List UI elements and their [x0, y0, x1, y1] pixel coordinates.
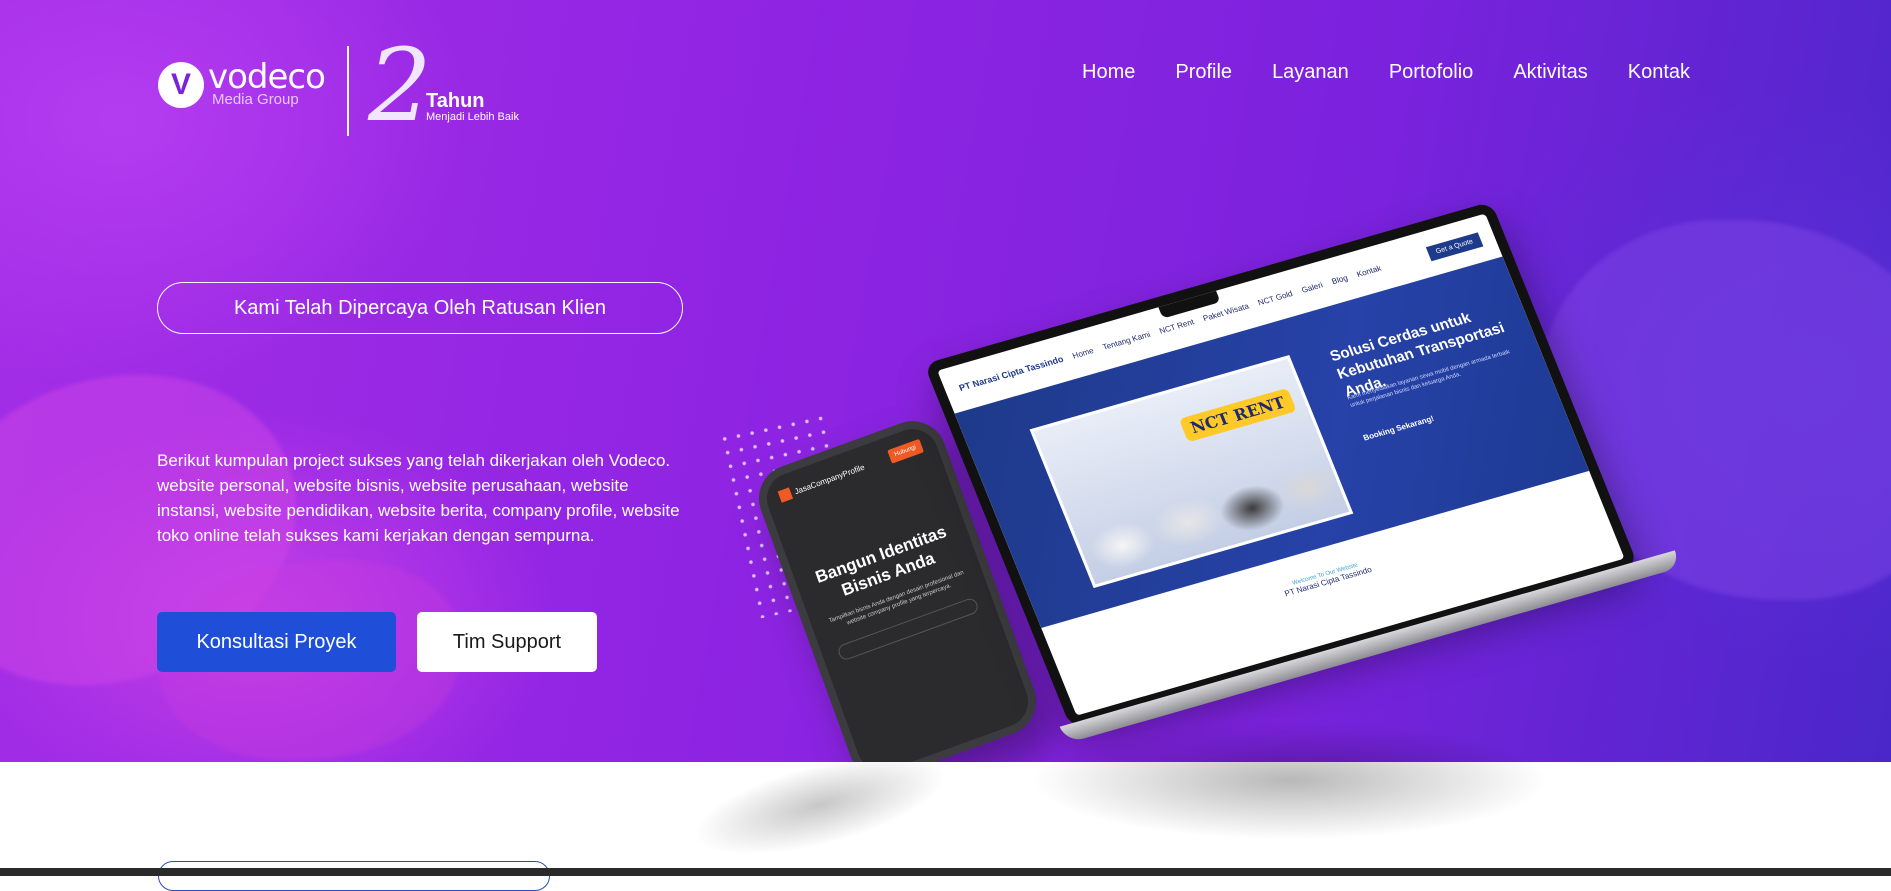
anniversary-title: Tahun: [426, 90, 485, 112]
anniversary-subtitle: Menjadi Lebih Baik: [426, 111, 519, 123]
nav-profile[interactable]: Profile: [1175, 61, 1232, 84]
laptop-shadow: [1030, 720, 1550, 840]
nav-kontak[interactable]: Kontak: [1628, 61, 1690, 84]
site-nav-link: Kontak: [1355, 263, 1383, 279]
site-nav-link: Tentang Kami: [1101, 329, 1152, 352]
site-photo: NCT RENT: [1029, 355, 1354, 588]
main-nav: Home Profile Layanan Portofolio Aktivita…: [1082, 61, 1690, 84]
nav-portofolio[interactable]: Portofolio: [1389, 61, 1474, 84]
nav-home[interactable]: Home: [1082, 61, 1135, 84]
logo-divider: [347, 46, 349, 136]
site-cta: Booking Sekarang!: [1361, 413, 1436, 443]
brand-name: vodeco: [208, 57, 326, 97]
trust-badge: Kami Telah Dipercaya Oleh Ratusan Klien: [157, 282, 683, 334]
site-nav-link: Home: [1070, 345, 1095, 360]
site-quote-button: Get a Quote: [1425, 231, 1484, 261]
phone-cta: Hubungi: [886, 438, 924, 464]
consultation-button[interactable]: Konsultasi Proyek: [157, 612, 396, 672]
next-section-pill: [158, 861, 550, 891]
site-nav-link: Galeri: [1299, 280, 1324, 295]
brand-logo[interactable]: V vodeco Media Group: [158, 57, 326, 108]
cars-image: [1065, 437, 1350, 585]
anniversary-number: 2: [368, 27, 432, 144]
phone-logo-text: JasaCompanyProfile: [793, 462, 866, 496]
logo-icon: V: [158, 62, 204, 108]
hero-section: V vodeco Media Group 2 Tahun Menjadi Leb…: [0, 0, 1891, 762]
bottom-bar: [0, 868, 1891, 876]
site-nav-link: Blog: [1330, 272, 1349, 286]
phone-logo-icon: [777, 487, 794, 503]
site-nav-link: NCT Gold: [1256, 288, 1294, 307]
support-button[interactable]: Tim Support: [417, 612, 597, 672]
nav-aktivitas[interactable]: Aktivitas: [1513, 61, 1587, 84]
site-nav-link: NCT Rent: [1157, 316, 1196, 336]
hero-description: Berikut kumpulan project sukses yang tel…: [157, 451, 680, 545]
nav-layanan[interactable]: Layanan: [1272, 61, 1349, 84]
